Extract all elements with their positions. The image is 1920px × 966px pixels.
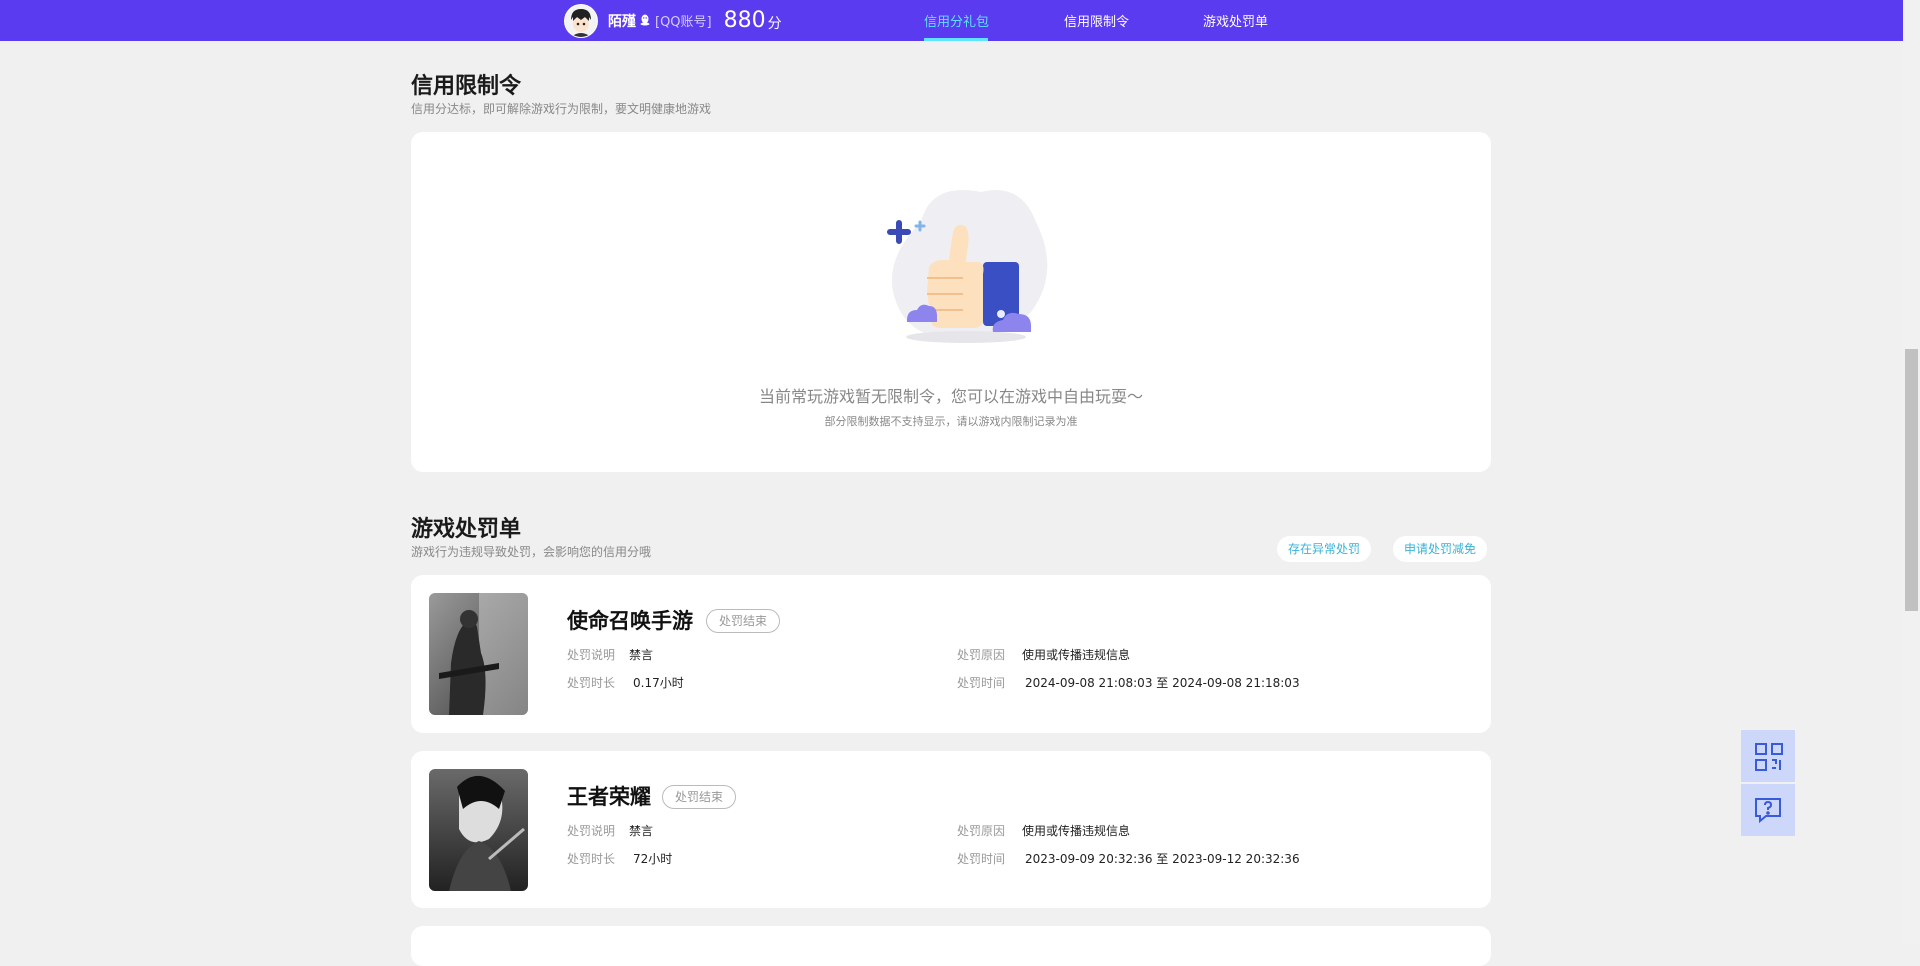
nav-tab-gift[interactable]: 信用分礼包 [924, 11, 989, 30]
reason-label: 处罚原因 [957, 824, 1006, 838]
empty-message: 当前常玩游戏暂无限制令，您可以在游戏中自由玩耍～ [758, 387, 1143, 406]
desc-label: 处罚说明 [567, 648, 616, 662]
duration-label: 处罚时长 [567, 676, 616, 690]
user-name: 陌殣 [608, 13, 636, 30]
avatar[interactable] [564, 3, 598, 38]
duration-value: 0.17小时 [633, 676, 684, 690]
penalty-card [411, 926, 1491, 966]
qrcode-button[interactable] [1741, 730, 1795, 782]
status-badge: 处罚结束 [662, 785, 737, 809]
restriction-subtitle: 信用分达标，即可解除游戏行为限制，要文明健康地游戏 [411, 102, 712, 116]
top-nav-bar: 陌殣 [QQ账号] 880 分 信用分礼包 信用限制令 游戏处罚单 [0, 0, 1903, 41]
time-start: 2024-09-08 21:08:03 [1025, 676, 1153, 690]
feedback-icon [1753, 795, 1783, 829]
penalty-card: 王者荣耀 处罚结束 处罚说明 禁言 处罚时长 72小时 处罚原因 使用或传播违规… [411, 751, 1491, 908]
status-badge: 处罚结束 [706, 609, 781, 633]
time-end: 2023-09-12 20:32:36 [1172, 852, 1300, 866]
penalty-subtitle: 游戏行为违规导致处罚，会影响您的信用分哦 [411, 545, 652, 559]
time-to: 至 [1156, 852, 1169, 866]
game-cover-image [429, 769, 528, 891]
scrollbar-thumb[interactable] [1905, 349, 1918, 611]
restriction-card: 当前常玩游戏暂无限制令，您可以在游戏中自由玩耍～ 部分限制数据不支持显示，请以游… [411, 132, 1491, 472]
penalty-card: 使命召唤手游 处罚结束 处罚说明 禁言 处罚时长 0.17小时 处罚原因 使用或… [411, 575, 1491, 733]
credit-score-unit: 分 [767, 15, 782, 32]
desc-value: 禁言 [629, 648, 654, 662]
time-range: 2023-09-09 20:32:36 至 2023-09-12 20:32:3… [1025, 850, 1300, 867]
nav-tab-penalty[interactable]: 游戏处罚单 [1203, 11, 1268, 30]
restriction-title: 信用限制令 [411, 74, 522, 99]
time-start: 2023-09-09 20:32:36 [1025, 852, 1153, 866]
empty-note: 部分限制数据不支持显示，请以游戏内限制记录为准 [824, 415, 1078, 428]
time-label: 处罚时间 [957, 852, 1006, 866]
desc-label: 处罚说明 [567, 824, 616, 838]
abnormal-penalty-button[interactable]: 存在异常处罚 [1277, 536, 1372, 562]
time-range: 2024-09-08 21:08:03 至 2024-09-08 21:18:0… [1025, 674, 1300, 691]
reason-value: 使用或传播违规信息 [1022, 648, 1131, 662]
time-end: 2024-09-08 21:18:03 [1172, 676, 1300, 690]
credit-score: 880 [723, 8, 766, 33]
qq-icon [639, 11, 651, 30]
game-cover-image [429, 593, 528, 715]
page-scrollbar[interactable] [1903, 0, 1920, 945]
game-name: 使命召唤手游 [567, 609, 693, 633]
nav-active-indicator [924, 38, 988, 41]
qrcode-icon [1754, 742, 1784, 776]
user-info: 陌殣 [QQ账号] 880 分 [564, 3, 782, 38]
reason-label: 处罚原因 [957, 648, 1006, 662]
desc-value: 禁言 [629, 824, 654, 838]
account-type: [QQ账号] [655, 15, 712, 30]
thumbs-up-illustration [861, 182, 1061, 352]
penalty-title: 游戏处罚单 [411, 517, 522, 542]
feedback-button[interactable] [1741, 784, 1795, 836]
duration-value: 72小时 [633, 852, 673, 866]
reason-value: 使用或传播违规信息 [1022, 824, 1131, 838]
game-name: 王者荣耀 [567, 785, 651, 809]
apply-reduction-button[interactable]: 申请处罚减免 [1393, 536, 1488, 562]
time-label: 处罚时间 [957, 676, 1006, 690]
duration-label: 处罚时长 [567, 852, 616, 866]
time-to: 至 [1156, 676, 1169, 690]
nav-tab-restriction[interactable]: 信用限制令 [1064, 11, 1129, 30]
